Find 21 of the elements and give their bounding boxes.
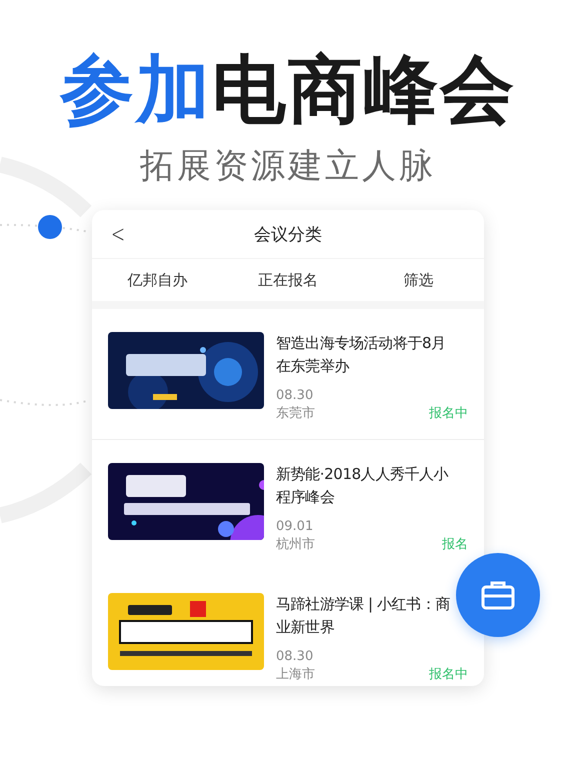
event-date: 08.30 [276, 387, 314, 405]
subtitle: 拓展资源建立人脉 [140, 145, 436, 188]
screen-title: 会议分类 [254, 224, 322, 246]
filter-tab[interactable]: 亿邦自办 [92, 259, 223, 301]
briefcase-icon [481, 580, 515, 610]
filter-tab[interactable]: 正在报名 [222, 259, 354, 301]
back-button[interactable]: < [108, 220, 128, 248]
filter-tab[interactable]: 筛选 [353, 259, 484, 301]
event-city: 东莞市 [276, 405, 315, 423]
headline: 参加电商峰会 [60, 46, 516, 134]
event-date: 08.30 [276, 648, 314, 666]
event-date: 09.01 [276, 518, 314, 536]
status-label: 报名中 [429, 405, 468, 423]
fab-button[interactable] [456, 553, 540, 637]
event-city: 杭州市 [276, 536, 315, 554]
event-city: 上海市 [276, 666, 315, 684]
event-title[interactable]: 马蹄社游学课 | 小红书：商业新世界 [276, 593, 452, 639]
status-label: 报名 [442, 536, 468, 554]
event-title[interactable]: 新势能·2018人人秀千人小程序峰会 [276, 463, 452, 509]
status-label: 报名中 [429, 666, 468, 684]
event-title[interactable]: 智造出海专场活动将于8月在东莞举办 [276, 332, 452, 378]
